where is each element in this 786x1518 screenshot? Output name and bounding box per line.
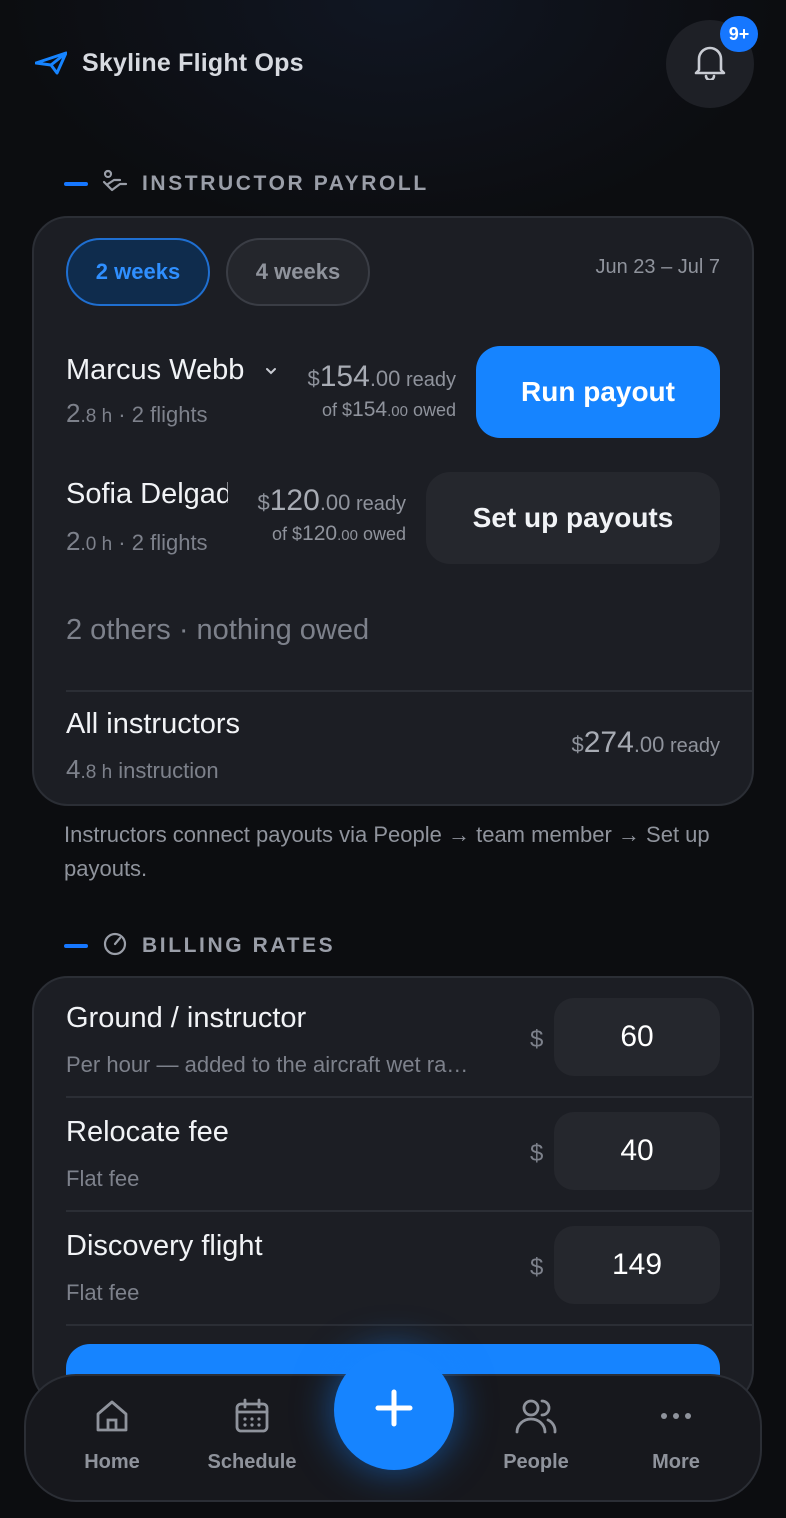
chevron-down-icon[interactable]	[264, 364, 278, 383]
nav-label: People	[503, 1451, 569, 1473]
rate-desc: Flat fee	[66, 1280, 140, 1305]
add-button[interactable]	[334, 1350, 454, 1470]
nav-label: Schedule	[207, 1451, 297, 1473]
instructor-name[interactable]: Marcus Webb	[66, 354, 244, 387]
rate-row: Ground / instructor Per hour — added to …	[34, 982, 752, 1096]
home-icon	[92, 1396, 132, 1441]
people-icon	[514, 1396, 558, 1441]
rate-name: Relocate fee	[66, 1116, 229, 1148]
instructor-hours: 2.8 h · 2 flights	[66, 398, 208, 428]
payroll-note: Instructors connect payouts via People →…	[64, 822, 710, 881]
brand[interactable]: Skyline Flight Ops	[34, 46, 304, 80]
paper-plane-icon	[34, 46, 68, 80]
app-title: Skyline Flight Ops	[82, 48, 304, 77]
instructor-amount: $154.00 ready of $154.00 owed	[307, 360, 457, 421]
section-title-text: BILLING RATES	[142, 933, 336, 957]
bottom-fade	[0, 1502, 786, 1518]
instructor-name[interactable]: Sofia Delgado	[66, 478, 228, 511]
nav-schedule[interactable]: Schedule	[192, 1396, 312, 1474]
run-payout-button[interactable]: Run payout	[476, 346, 720, 438]
rate-desc: Per hour — added to the aircraft wet ra…	[66, 1052, 469, 1077]
total-amount: $274.00 ready	[571, 726, 721, 759]
billing-card: Ground / instructor Per hour — added to …	[32, 976, 754, 1406]
divider	[66, 690, 752, 692]
nav-people[interactable]: People	[476, 1396, 596, 1474]
others-summary[interactable]: 2 others · nothing owed	[66, 614, 369, 647]
more-icon	[656, 1396, 696, 1441]
nav-home[interactable]: Home	[52, 1396, 172, 1474]
section-title-text: INSTRUCTOR PAYROLL	[142, 171, 429, 195]
rate-row: Relocate fee Flat fee $	[34, 1096, 752, 1210]
billing-section-title: BILLING RATES	[64, 930, 335, 961]
nav-label: More	[652, 1451, 700, 1473]
accent-dash	[64, 181, 88, 186]
gauge-icon	[102, 930, 128, 961]
nav-more[interactable]: More	[616, 1396, 736, 1474]
payroll-card: 2 weeks 4 weeks Jun 23 – Jul 7 Marcus We…	[32, 216, 754, 806]
payroll-section-title: INSTRUCTOR PAYROLL	[64, 168, 429, 199]
notification-badge: 9+	[720, 16, 758, 52]
date-range: Jun 23 – Jul 7	[595, 256, 720, 278]
total-label: All instructors	[66, 708, 241, 740]
currency-symbol: $	[530, 1140, 544, 1167]
period-4-weeks[interactable]: 4 weeks	[226, 238, 370, 306]
plus-icon	[374, 1388, 414, 1433]
accent-dash	[64, 943, 88, 948]
nav-label: Home	[84, 1451, 140, 1473]
period-2-weeks[interactable]: 2 weeks	[66, 238, 210, 306]
bell-icon	[693, 44, 727, 85]
discovery-flight-input[interactable]	[554, 1226, 720, 1304]
ground-instructor-rate-input[interactable]	[554, 998, 720, 1076]
handshake-icon	[102, 168, 128, 199]
relocate-fee-input[interactable]	[554, 1112, 720, 1190]
calendar-icon	[232, 1396, 272, 1441]
instructor-hours: 2.0 h · 2 flights	[66, 526, 208, 556]
instructor-amount: $120.00 ready of $120.00 owed	[257, 484, 407, 545]
divider	[66, 1324, 752, 1326]
set-up-payouts-button[interactable]: Set up payouts	[426, 472, 720, 564]
rate-name: Ground / instructor	[66, 1002, 307, 1034]
currency-symbol: $	[530, 1026, 544, 1053]
currency-symbol: $	[530, 1254, 544, 1281]
rate-name: Discovery flight	[66, 1230, 263, 1262]
total-hours: 4.8 h instruction	[66, 754, 219, 784]
app-header: Skyline Flight Ops 9+	[0, 0, 786, 130]
rate-desc: Flat fee	[66, 1166, 140, 1191]
rate-row: Discovery flight Flat fee $	[34, 1210, 752, 1324]
